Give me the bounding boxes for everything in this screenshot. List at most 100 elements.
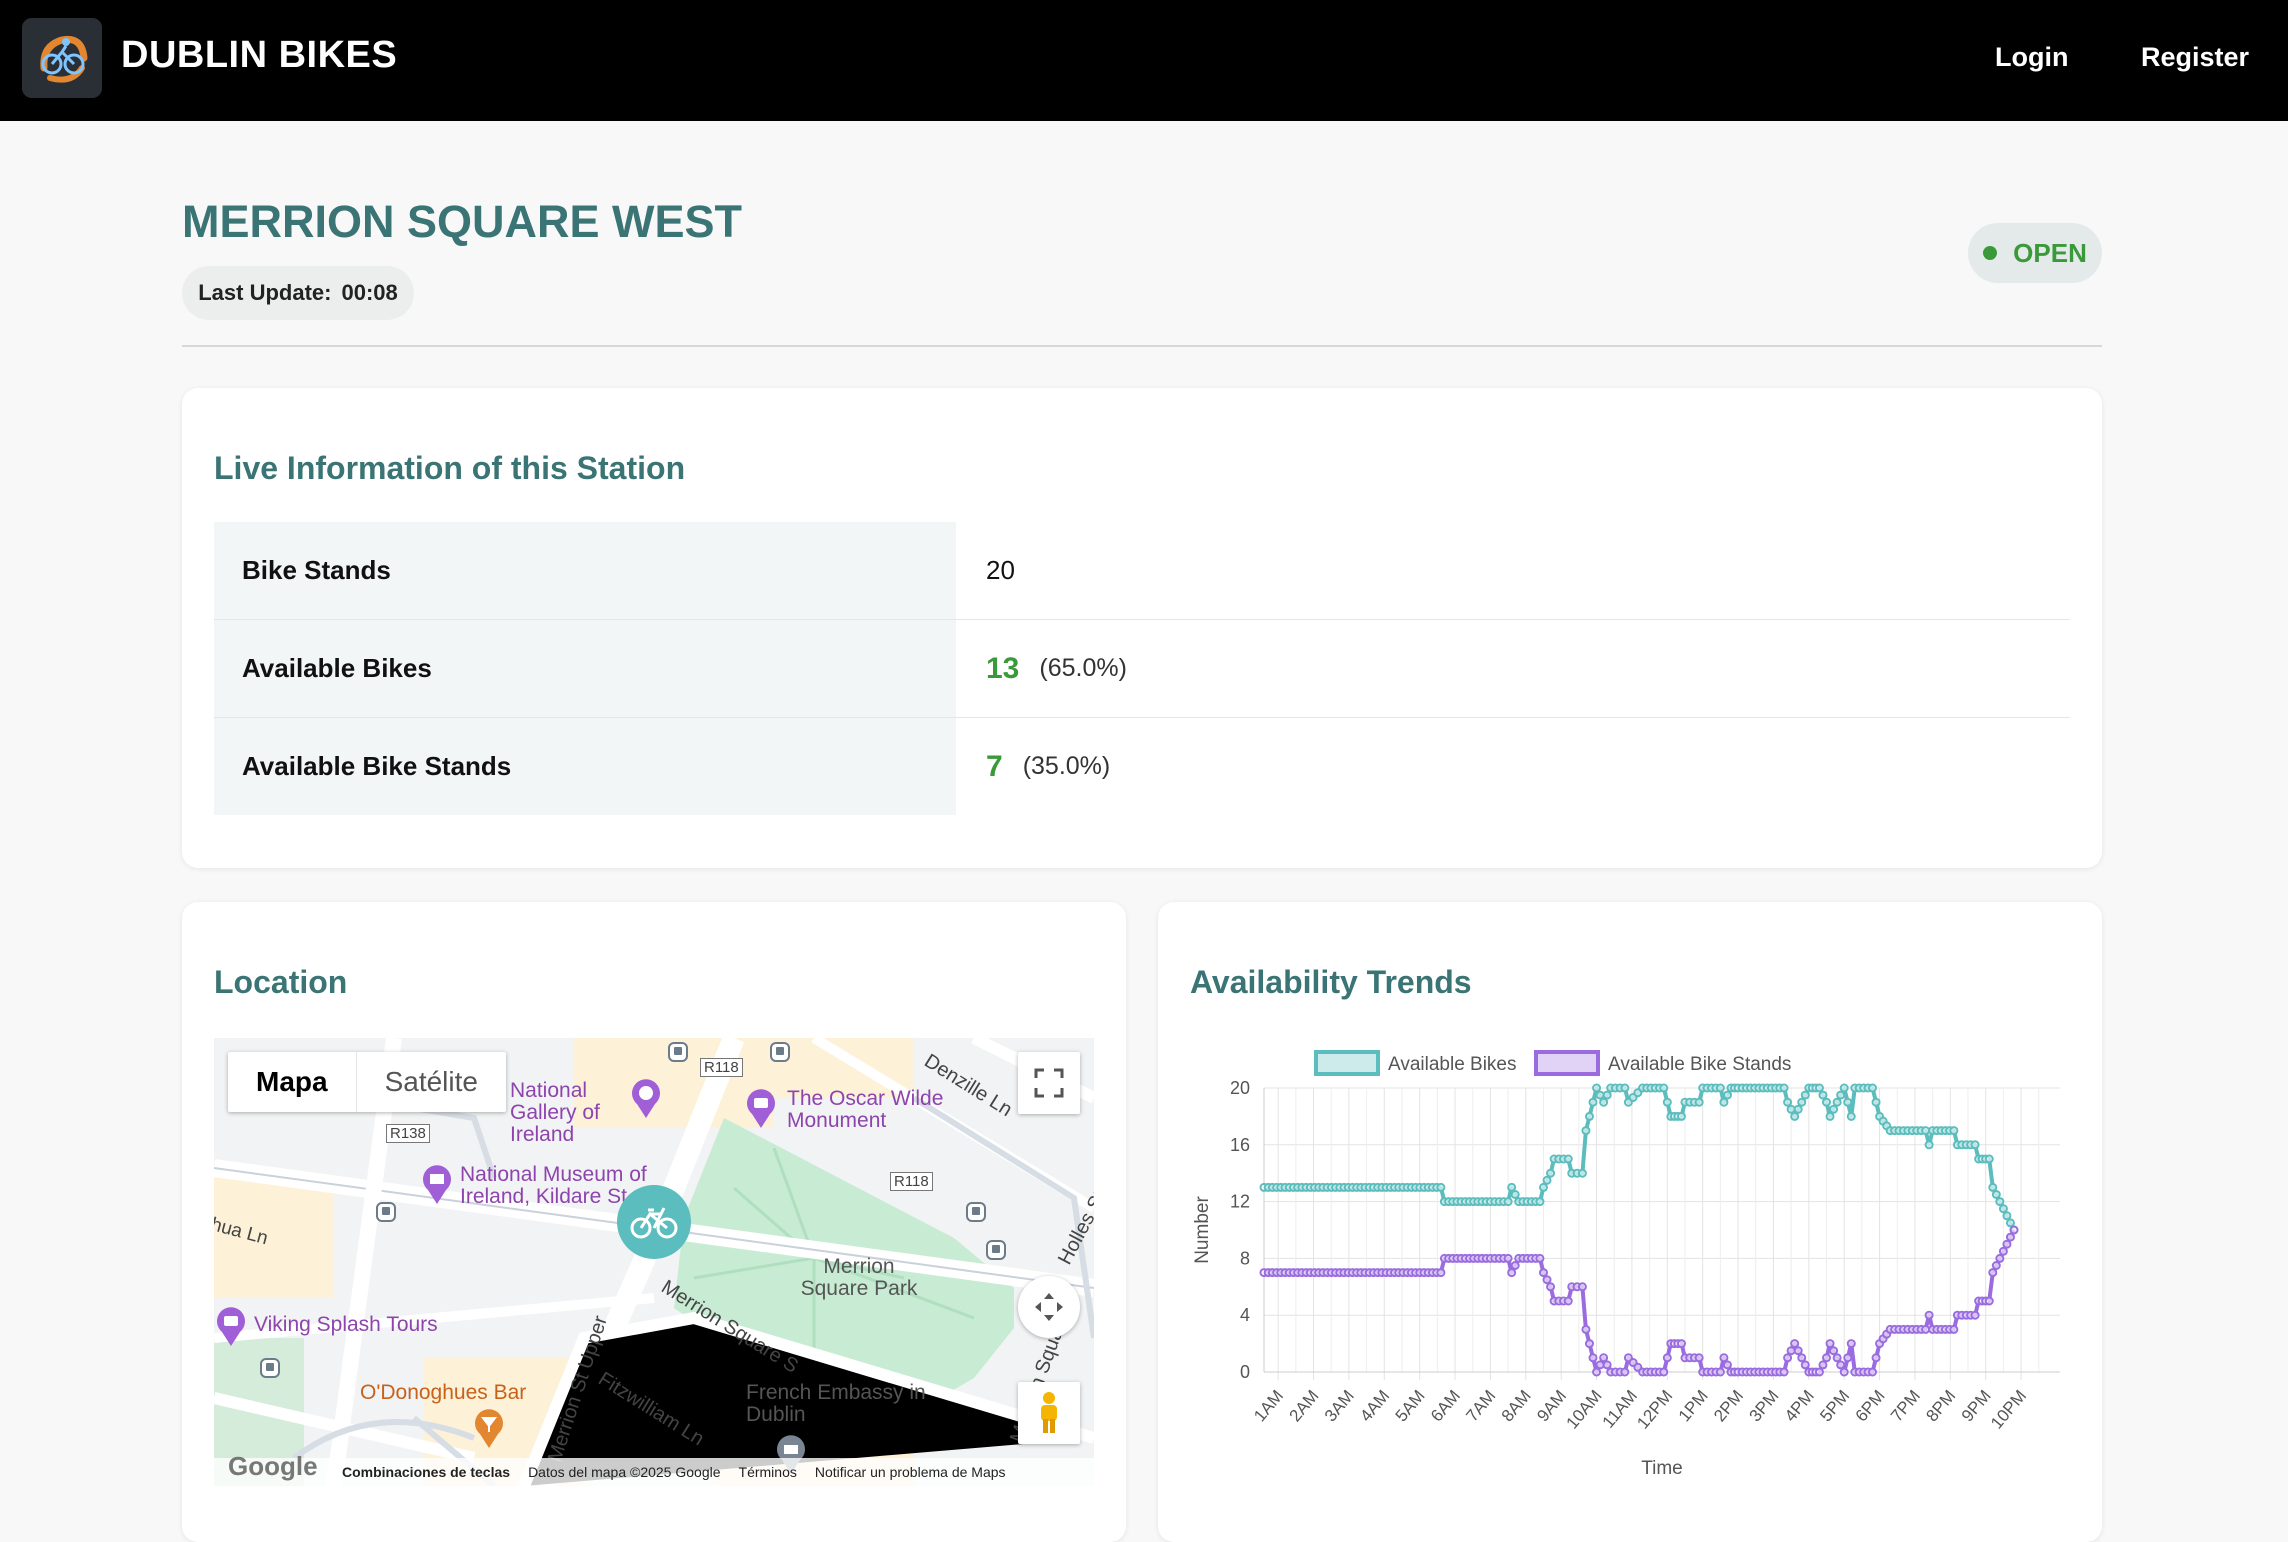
terms-link[interactable]: Términos [739,1464,797,1480]
series-point [1921,1126,1931,1136]
road-shield: R138 [386,1124,430,1143]
series-point [1659,1083,1669,1093]
road-shield: R118 [700,1058,743,1077]
register-link[interactable]: Register [2141,42,2249,73]
series-point [2005,1232,2015,1242]
bus-stop-icon[interactable] [668,1042,688,1062]
map-type-satellite-button[interactable]: Satélite [355,1052,506,1112]
login-link[interactable]: Login [1995,42,2068,73]
x-tick-label: 1AM [1250,1386,1287,1425]
available-stands-pct: (35.0%) [1022,752,1111,780]
x-tick-label: 6PM [1852,1386,1889,1425]
row-label: Available Bike Stands [214,718,956,815]
series-point [1970,1140,1980,1150]
x-tick-label: 4PM [1781,1386,1818,1425]
table-row: Bike Stands 20 [214,522,2070,620]
series-point [1797,1353,1807,1363]
series-point [1783,1097,1793,1107]
bus-stop-icon[interactable] [986,1240,1006,1260]
series-point [1546,1168,1556,1178]
bus-stop-icon[interactable] [966,1202,986,1222]
place-label[interactable]: National Gallery of Ireland [510,1080,640,1146]
place-label[interactable]: O'Donoghues Bar [360,1382,526,1404]
series-point [1988,1182,1998,1192]
street-view-button[interactable] [1018,1382,1080,1444]
bike-stands-value: 20 [986,555,1015,585]
series-point [1602,1360,1612,1370]
x-axis-title: Time [1641,1458,1683,1479]
place-label[interactable]: The Oscar Wilde Monument [787,1088,987,1132]
series-point [1599,1353,1609,1363]
series-point [1871,1353,1881,1363]
camera-pin-icon[interactable] [214,1306,248,1346]
series-point [1829,1346,1839,1356]
series-point [2002,1211,2012,1221]
series-point [1719,1097,1729,1107]
series-point [1843,1097,1853,1107]
series-point [1676,1111,1686,1121]
series-point [1581,1126,1591,1136]
fullscreen-button[interactable] [1018,1052,1080,1114]
keyboard-shortcuts-link[interactable]: Combinaciones de teclas [342,1464,510,1480]
last-update-value: 00:08 [341,280,398,305]
series-point [1535,1197,1545,1207]
y-tick-label: 12 [1230,1192,1250,1212]
map[interactable]: R118 R138 R118 Merrion Square S Merrion … [214,1038,1094,1486]
series-point [1507,1182,1517,1192]
camera-pin-icon[interactable] [744,1088,778,1128]
series-point [1836,1360,1846,1370]
series-point [1949,1324,1959,1334]
x-tick-label: 3AM [1321,1386,1358,1425]
brand-logo[interactable] [22,18,102,98]
location-title: Location [214,964,348,1000]
x-tick-label: 3PM [1745,1386,1782,1425]
series-point [1825,1339,1835,1349]
place-label[interactable]: Merrion Square Park [794,1256,924,1300]
x-tick-label: 1PM [1675,1386,1712,1425]
station-marker-bike-icon[interactable] [614,1182,694,1262]
series-point [1507,1268,1517,1278]
series-point [2002,1239,2012,1249]
series-point [1620,1083,1630,1093]
museum-pin-icon[interactable] [420,1164,454,1204]
series-point [1584,1111,1594,1121]
series-point [1797,1097,1807,1107]
series-point [1599,1097,1609,1107]
x-tick-label: 5PM [1816,1386,1853,1425]
series-point [1786,1346,1796,1356]
museum-pin-icon[interactable] [629,1078,663,1118]
x-tick-label: 10PM [1987,1386,2030,1432]
map-type-control: Mapa Satélite [228,1052,506,1112]
bus-stop-icon[interactable] [376,1202,396,1222]
row-value: 13 (65.0%) [956,620,1127,717]
series-point [1588,1353,1598,1363]
bus-stop-icon[interactable] [260,1358,280,1378]
series-point [1546,1282,1556,1292]
report-problem-link[interactable]: Notificar un problema de Maps [815,1464,1006,1480]
pegman-icon [1041,1392,1057,1433]
place-label[interactable]: Viking Splash Tours [254,1314,438,1336]
series-point [1779,1367,1789,1377]
bar-pin-icon[interactable] [472,1408,506,1448]
y-tick-label: 0 [1240,1362,1250,1382]
header-divider [182,345,2102,347]
station-title: MERRION SQUARE WEST [182,196,743,247]
series-point [1846,1111,1856,1121]
series-point [1577,1168,1587,1178]
brand-name[interactable]: DUBLIN BIKES [121,34,397,77]
google-logo[interactable]: Google [228,1451,318,1482]
x-tick-label: 5AM [1392,1386,1429,1425]
bus-stop-icon[interactable] [770,1042,790,1062]
road-shield: R118 [890,1172,933,1191]
series-point [1818,1360,1828,1370]
series-point [1584,1339,1594,1349]
series-point [1790,1111,1800,1121]
map-type-map-button[interactable]: Mapa [228,1052,356,1112]
series-point [1676,1339,1686,1349]
series-point [2005,1218,2015,1228]
place-label[interactable]: French Embassy in Dublin [746,1382,946,1426]
map-camera-control-button[interactable] [1018,1276,1080,1338]
series-point [1814,1367,1824,1377]
series-point [1595,1360,1605,1370]
series-point [1800,1360,1810,1370]
